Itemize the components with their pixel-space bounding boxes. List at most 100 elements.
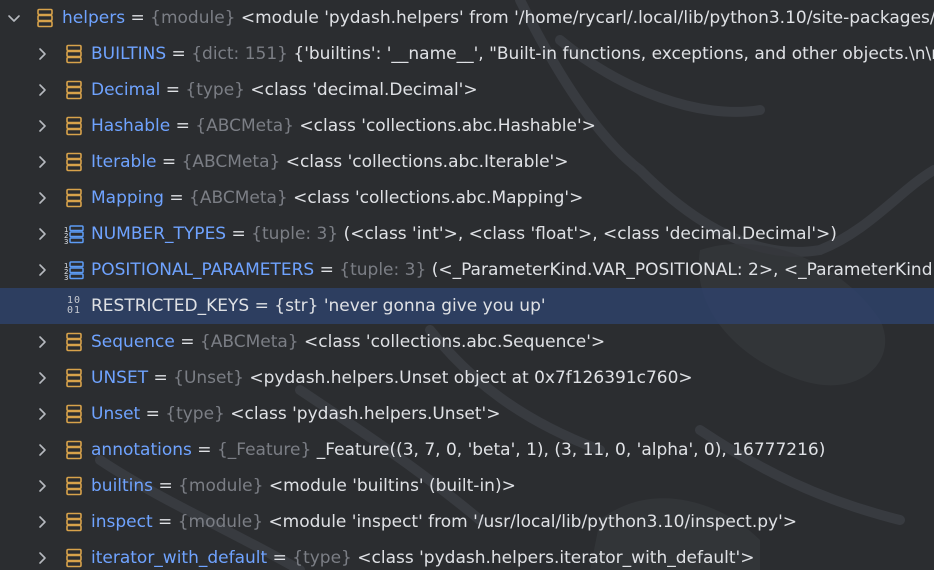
chevron-right-icon[interactable]	[34, 180, 50, 216]
variable-entry: POSITIONAL_PARAMETERS = {tuple: 3} (<_Pa…	[91, 252, 934, 288]
equals-sign: =	[267, 548, 293, 568]
variable-type: {Unset}	[173, 368, 244, 388]
variable-entry: Decimal = {type} <class 'decimal.Decimal…	[91, 72, 478, 108]
svg-text:3: 3	[64, 274, 68, 280]
tree-node-unset[interactable]: Unset = {type} <class 'pydash.helpers.Un…	[0, 396, 934, 432]
chevron-right-icon[interactable]	[34, 468, 50, 504]
variable-value: <class 'decimal.Decimal'>	[250, 80, 478, 100]
tree-node-unset[interactable]: UNSET = {Unset} <pydash.helpers.Unset ob…	[0, 360, 934, 396]
equals-sign: =	[125, 8, 151, 28]
variable-name: Unset	[91, 404, 141, 424]
object-icon	[64, 468, 84, 504]
object-icon	[35, 0, 55, 36]
variable-entry: annotations = {_Feature} _Feature((3, 7,…	[91, 432, 825, 468]
tree-node-iterator-with-default[interactable]: iterator_with_default = {type} <class 'p…	[0, 540, 934, 570]
tree-node-annotations[interactable]: annotations = {_Feature} _Feature((3, 7,…	[0, 432, 934, 468]
chevron-right-icon[interactable]	[34, 216, 50, 252]
variables-tree: helpers = {module} <module 'pydash.helpe…	[0, 0, 934, 570]
chevron-right-icon[interactable]	[34, 144, 50, 180]
list-icon: 123	[64, 216, 84, 252]
tree-node-hashable[interactable]: Hashable = {ABCMeta} <class 'collections…	[0, 108, 934, 144]
equals-sign: =	[170, 116, 196, 136]
variable-name: Mapping	[91, 188, 164, 208]
variable-value: (<class 'int'>, <class 'float'>, <class …	[343, 224, 837, 244]
object-icon	[64, 324, 84, 360]
variable-name: Sequence	[91, 332, 175, 352]
variable-entry: BUILTINS = {dict: 151} {'builtins': '__n…	[91, 36, 934, 72]
chevron-right-icon[interactable]	[34, 540, 50, 570]
chevron-right-icon[interactable]	[34, 252, 50, 288]
object-icon	[64, 108, 84, 144]
object-icon	[64, 144, 84, 180]
list-icon: 123	[64, 252, 84, 288]
variable-value: <class 'collections.abc.Mapping'>	[293, 188, 584, 208]
object-icon	[64, 396, 84, 432]
variable-name: helpers	[62, 8, 126, 28]
equals-sign: =	[140, 404, 166, 424]
variable-value: <module 'builtins' (built-in)>	[268, 476, 516, 496]
tree-node-iterable[interactable]: Iterable = {ABCMeta} <class 'collections…	[0, 144, 934, 180]
variable-entry: Iterable = {ABCMeta} <class 'collections…	[91, 144, 568, 180]
variable-type: {ABCMeta}	[181, 152, 281, 172]
variable-name: BUILTINS	[91, 44, 167, 64]
variable-type: {tuple: 3}	[251, 224, 339, 244]
variable-name: Iterable	[91, 152, 157, 172]
variable-name: annotations	[91, 440, 192, 460]
chevron-right-icon[interactable]	[34, 36, 50, 72]
tree-node-decimal[interactable]: Decimal = {type} <class 'decimal.Decimal…	[0, 72, 934, 108]
variable-entry: Unset = {type} <class 'pydash.helpers.Un…	[91, 396, 500, 432]
tree-node-builtins[interactable]: builtins = {module} <module 'builtins' (…	[0, 468, 934, 504]
variable-type: {type}	[165, 404, 225, 424]
equals-sign: =	[152, 512, 178, 532]
tree-node-builtins[interactable]: BUILTINS = {dict: 151} {'builtins': '__n…	[0, 36, 934, 72]
equals-sign: =	[153, 476, 179, 496]
chevron-right-icon[interactable]	[34, 432, 50, 468]
variable-entry: UNSET = {Unset} <pydash.helpers.Unset ob…	[91, 360, 693, 396]
tree-node-sequence[interactable]: Sequence = {ABCMeta} <class 'collections…	[0, 324, 934, 360]
variable-name: RESTRICTED_KEYS	[91, 296, 250, 316]
equals-sign: =	[160, 80, 186, 100]
equals-sign: =	[148, 368, 174, 388]
variable-value: (<_ParameterKind.VAR_POSITIONAL: 2>, <_P…	[431, 260, 934, 280]
equals-sign: =	[226, 224, 252, 244]
chevron-right-icon[interactable]	[34, 108, 50, 144]
object-icon	[64, 540, 84, 570]
tree-node-positional-parameters[interactable]: 1 2 3 POSITIONAL_PARAMETERS = {tuple: 3} (<…	[0, 252, 934, 288]
variable-name: POSITIONAL_PARAMETERS	[91, 260, 315, 280]
variable-value: <class 'collections.abc.Hashable'>	[299, 116, 596, 136]
equals-sign: =	[191, 440, 217, 460]
object-icon	[64, 36, 84, 72]
object-icon	[64, 432, 84, 468]
variable-entry: Sequence = {ABCMeta} <class 'collections…	[91, 324, 605, 360]
object-icon	[64, 360, 84, 396]
chevron-right-icon[interactable]	[34, 504, 50, 540]
equals-sign: =	[174, 332, 200, 352]
svg-text:3: 3	[64, 238, 68, 244]
variable-entry: iterator_with_default = {type} <class 'p…	[91, 540, 754, 570]
chevron-right-icon[interactable]	[34, 72, 50, 108]
chevron-right-icon[interactable]	[34, 396, 50, 432]
chevron-right-icon[interactable]	[34, 324, 50, 360]
equals-sign: =	[166, 44, 192, 64]
variable-value: <class 'pydash.helpers.iterator_with_def…	[357, 548, 755, 568]
equals-sign: =	[314, 260, 340, 280]
tree-node-restricted-keys[interactable]: 10 01 RESTRICTED_KEYS = {str} 'never gonna…	[0, 288, 934, 324]
binary-icon-bottom: 01	[66, 305, 82, 316]
equals-sign: =	[249, 296, 275, 316]
tree-node-mapping[interactable]: Mapping = {ABCMeta} <class 'collections.…	[0, 180, 934, 216]
variable-entry: inspect = {module} <module 'inspect' fro…	[91, 504, 797, 540]
chevron-right-icon[interactable]	[34, 360, 50, 396]
tree-node-inspect[interactable]: inspect = {module} <module 'inspect' fro…	[0, 504, 934, 540]
variable-value: _Feature((3, 7, 0, 'beta', 1), (3, 11, 0…	[316, 440, 826, 460]
tree-node-number-types[interactable]: 1 2 3 NUMBER_TYPES = {tuple: 3} (<class 'in…	[0, 216, 934, 252]
variable-name: Decimal	[91, 80, 161, 100]
tree-node-root[interactable]: helpers = {module} <module 'pydash.helpe…	[0, 0, 934, 36]
object-icon	[64, 72, 84, 108]
variable-type: {type}	[292, 548, 352, 568]
variable-entry: NUMBER_TYPES = {tuple: 3} (<class 'int'>…	[91, 216, 837, 252]
variable-type: {tuple: 3}	[339, 260, 427, 280]
variable-value: <module 'inspect' from '/usr/local/lib/p…	[268, 512, 798, 532]
variable-type: {module}	[150, 8, 236, 28]
variable-value: <class 'pydash.helpers.Unset'>	[230, 404, 501, 424]
chevron-down-icon[interactable]	[6, 0, 22, 36]
